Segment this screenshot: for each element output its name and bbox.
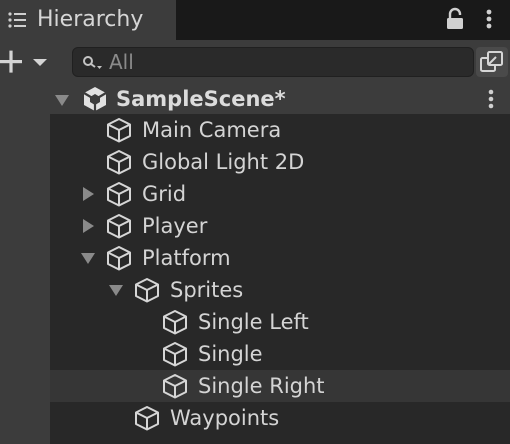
tree-row-label: Platform xyxy=(142,246,231,270)
tree-row-global-light-2d[interactable]: Global Light 2D xyxy=(50,146,510,178)
scene-visibility-button[interactable] xyxy=(476,47,508,77)
tree-row-label: Sprites xyxy=(170,278,244,302)
tree-row-single-right[interactable]: Single Right xyxy=(50,370,510,402)
gameobject-cube-icon xyxy=(135,406,159,431)
tree-row-label: Main Camera xyxy=(142,118,282,142)
gameobject-cube-icon xyxy=(107,118,131,143)
tree-row-label: Player xyxy=(142,214,208,238)
tree-row-single-left[interactable]: Single Left xyxy=(50,306,510,338)
tree-row-label: Grid xyxy=(142,182,187,206)
search-box[interactable] xyxy=(72,47,474,77)
expanded-arrow-icon[interactable] xyxy=(80,250,96,266)
kebab-menu-icon[interactable] xyxy=(478,6,500,32)
gameobject-cube-icon xyxy=(107,214,131,239)
scene-visibility-icon xyxy=(480,51,503,72)
tree-row-waypoints[interactable]: Waypoints xyxy=(50,402,510,434)
tree-row-main-camera[interactable]: Main Camera xyxy=(50,114,510,146)
tree-row-label: Global Light 2D xyxy=(142,150,305,174)
tree-row-player[interactable]: Player xyxy=(50,210,510,242)
tree-row-single[interactable]: Single xyxy=(50,338,510,370)
add-dropdown-button[interactable] xyxy=(0,46,52,78)
gameobject-cube-icon xyxy=(163,374,187,399)
tree-row-platform[interactable]: Platform xyxy=(50,242,510,274)
lock-icon[interactable] xyxy=(444,6,466,32)
expanded-arrow-icon[interactable] xyxy=(108,282,124,298)
tab-title: Hierarchy xyxy=(37,7,144,32)
tree-row-label: Single Left xyxy=(198,310,309,334)
search-icon xyxy=(83,56,102,69)
tree-gutter xyxy=(0,84,50,444)
hierarchy-toolbar xyxy=(0,40,510,85)
gameobject-cube-icon xyxy=(107,182,131,207)
gameobject-cube-icon xyxy=(107,150,131,175)
tab-hierarchy[interactable]: Hierarchy xyxy=(0,0,176,40)
expand-arrow-icon[interactable] xyxy=(54,92,70,108)
collapsed-arrow-icon[interactable] xyxy=(80,186,96,202)
search-input[interactable] xyxy=(109,48,459,76)
gameobject-cube-icon xyxy=(107,246,131,271)
collapsed-arrow-icon[interactable] xyxy=(80,218,96,234)
tab-bar: Hierarchy xyxy=(0,0,510,40)
tree-row-grid[interactable]: Grid xyxy=(50,178,510,210)
unity-logo-icon xyxy=(83,87,107,111)
hierarchy-tree: SampleScene* Main Camera Global Light 2D G… xyxy=(0,84,510,444)
tree-row-label: Waypoints xyxy=(170,406,280,430)
list-icon xyxy=(8,12,26,28)
scene-header-row[interactable]: SampleScene* xyxy=(0,84,510,114)
gameobject-cube-icon xyxy=(135,278,159,303)
hierarchy-window: Hierarchy All SampleScene* Main Camera G… xyxy=(0,0,510,444)
scene-name: SampleScene* xyxy=(116,87,286,111)
tree-row-label: Single Right xyxy=(198,374,325,398)
tree-row-sprites[interactable]: Sprites xyxy=(50,274,510,306)
gameobject-cube-icon xyxy=(163,310,187,335)
tree-row-label: Single xyxy=(198,342,263,366)
gameobject-cube-icon xyxy=(163,342,187,367)
scene-menu-icon[interactable] xyxy=(482,86,500,112)
